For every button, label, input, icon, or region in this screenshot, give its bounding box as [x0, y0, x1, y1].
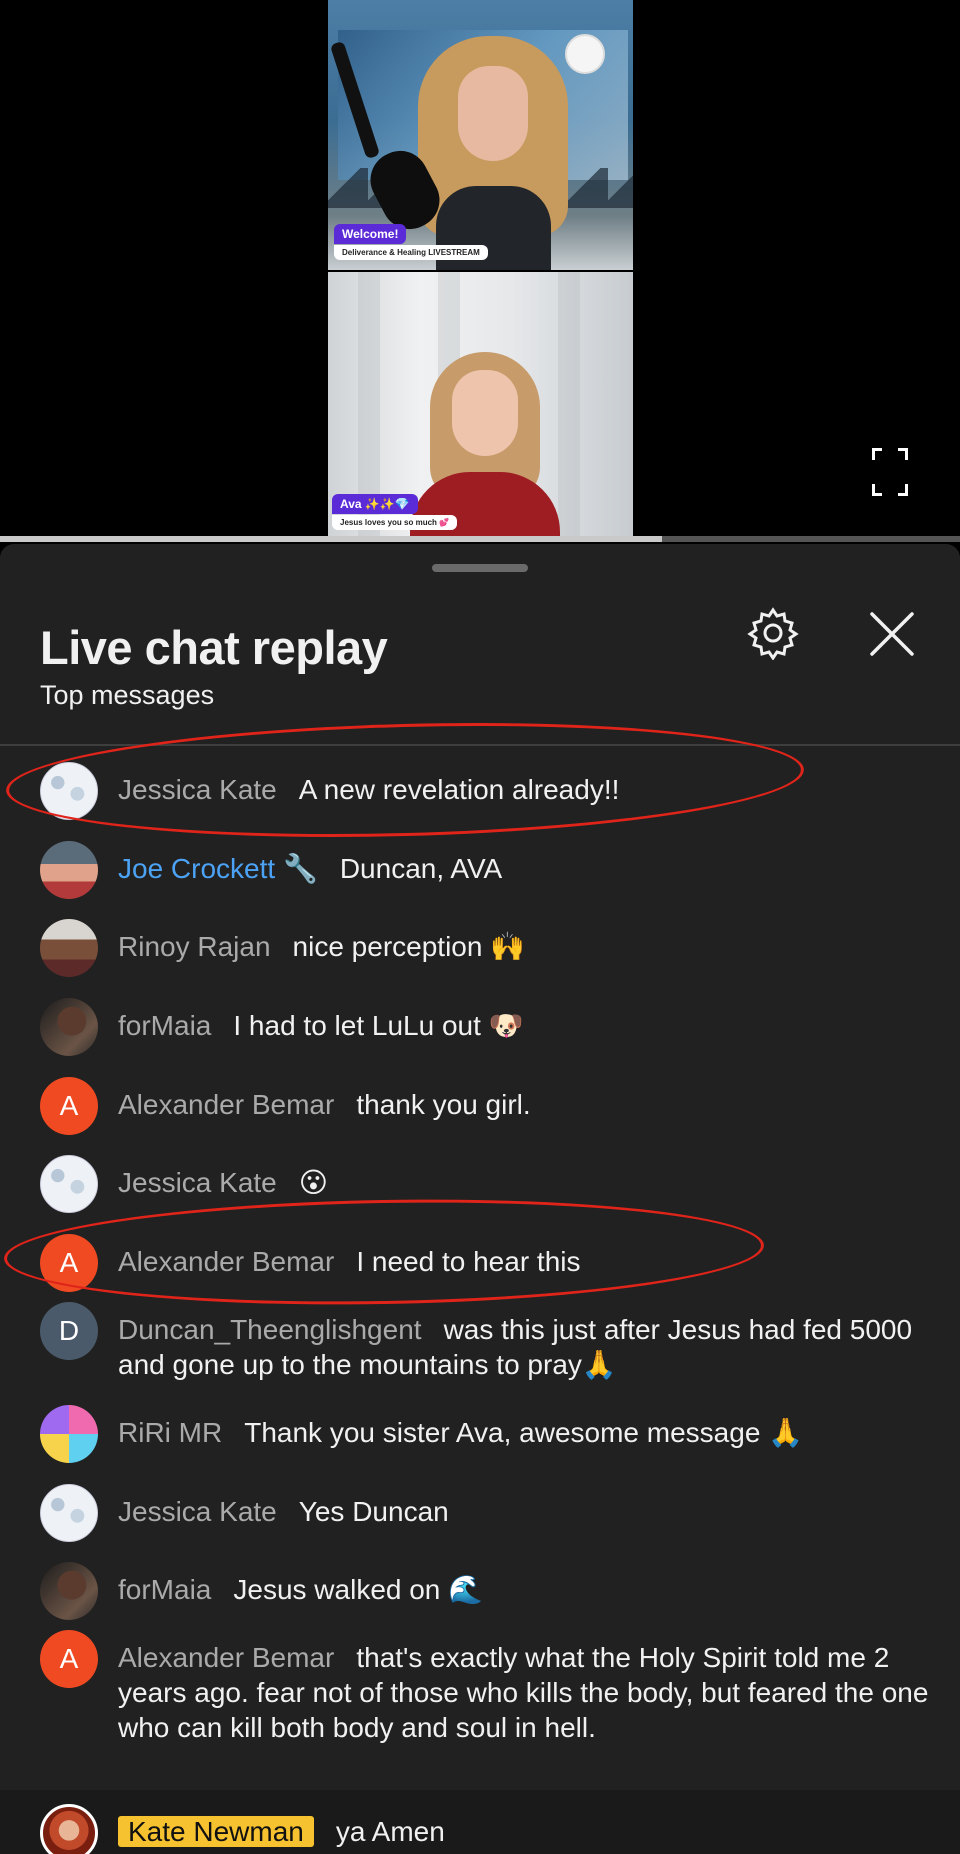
lower-third-tag: Welcome!	[334, 224, 407, 244]
avatar[interactable]	[40, 1155, 98, 1213]
video-feed-host: Welcome! Deliverance & Healing LIVESTREA…	[328, 0, 633, 270]
avatar[interactable]	[40, 841, 98, 899]
message-text: Thank you sister Ava, awesome message 🙏	[244, 1417, 804, 1448]
avatar[interactable]	[40, 762, 98, 820]
guest-caption: Jesus loves you so much 💕	[332, 515, 458, 530]
chat-message: Jessica Kate A new revelation already!!	[0, 762, 960, 820]
message-text: Yes Duncan	[298, 1496, 449, 1527]
chat-message: Jessica Kate Yes Duncan	[0, 1484, 960, 1542]
message-author[interactable]: Jessica Kate	[118, 1496, 277, 1527]
lower-third-top: Welcome! Deliverance & Healing LIVESTREA…	[334, 224, 488, 260]
message-author[interactable]: Jessica Kate	[118, 1167, 277, 1198]
message-author[interactable]: RiRi MR	[118, 1417, 222, 1448]
message-text: I had to let LuLu out 🐶	[233, 1010, 524, 1041]
header-divider	[0, 744, 960, 746]
message-text: A new revelation already!!	[298, 774, 620, 805]
chat-message: Rinoy Rajan nice perception 🙌	[0, 919, 960, 977]
message-text: ya Amen	[335, 1816, 445, 1847]
avatar[interactable]	[40, 1562, 98, 1620]
fullscreen-icon[interactable]	[872, 448, 908, 496]
chat-message: forMaia I had to let LuLu out 🐶	[0, 998, 960, 1056]
chat-message: A Alexander Bemar that's exactly what the…	[0, 1630, 960, 1745]
video-player[interactable]: Welcome! Deliverance & Healing LIVESTREA…	[0, 0, 960, 540]
video-progress-bar[interactable]	[0, 536, 960, 542]
message-text: I need to hear this	[356, 1246, 581, 1277]
message-text: nice perception 🙌	[292, 931, 526, 962]
chat-message-highlighted: Kate Newman ya Amen	[0, 1804, 960, 1854]
message-author[interactable]: Duncan_Theenglishgent	[118, 1314, 422, 1345]
message-author[interactable]: Alexander Bemar	[118, 1642, 334, 1673]
avatar[interactable]: A	[40, 1077, 98, 1135]
message-author[interactable]: Kate Newman	[118, 1816, 314, 1847]
close-icon[interactable]	[866, 606, 918, 660]
avatar[interactable]	[40, 998, 98, 1056]
message-author[interactable]: Alexander Bemar	[118, 1089, 334, 1120]
avatar[interactable]: D	[40, 1302, 98, 1360]
message-author[interactable]: forMaia	[118, 1574, 211, 1605]
chat-message: A Alexander Bemar thank you girl.	[0, 1077, 960, 1135]
message-author[interactable]: Alexander Bemar	[118, 1246, 334, 1277]
chat-title: Live chat replay	[40, 621, 388, 674]
panel-drag-handle[interactable]	[432, 564, 528, 572]
message-author[interactable]: forMaia	[118, 1010, 211, 1041]
lower-third-caption: Deliverance & Healing LIVESTREAM	[334, 245, 488, 260]
avatar[interactable]	[40, 919, 98, 977]
guest-name-tag: Ava ✨✨💎	[332, 494, 418, 514]
video-feed-guest: Ava ✨✨💎 Jesus loves you so much 💕	[328, 272, 633, 538]
message-text: Duncan, AVA	[339, 853, 503, 884]
chat-filter-selector[interactable]: Top messages	[40, 680, 214, 711]
live-chat-panel: Live chat replay Top messages Jessica Ka…	[0, 544, 960, 1854]
avatar[interactable]	[40, 1484, 98, 1542]
message-text: 😮	[298, 1167, 328, 1198]
avatar[interactable]: A	[40, 1630, 98, 1688]
chat-message: A Alexander Bemar I need to hear this	[0, 1234, 960, 1292]
channel-logo-icon	[565, 34, 605, 74]
avatar[interactable]	[40, 1405, 98, 1463]
chat-message: D Duncan_Theenglishgent was this just aft…	[0, 1302, 960, 1382]
message-author[interactable]: Jessica Kate	[118, 774, 277, 805]
lower-third-bottom: Ava ✨✨💎 Jesus loves you so much 💕	[332, 494, 458, 530]
message-text: thank you girl.	[356, 1089, 531, 1120]
message-author[interactable]: Joe Crockett 🔧	[118, 853, 318, 884]
message-author[interactable]: Rinoy Rajan	[118, 931, 271, 962]
video-progress-fill	[0, 536, 663, 542]
chat-message: Jessica Kate 😮	[0, 1155, 960, 1213]
chat-message: Joe Crockett 🔧 Duncan, AVA	[0, 841, 960, 899]
gear-icon[interactable]	[746, 606, 800, 661]
avatar[interactable]: A	[40, 1234, 98, 1292]
chat-message: RiRi MR Thank you sister Ava, awesome mes…	[0, 1405, 960, 1463]
message-text: Jesus walked on 🌊	[233, 1574, 484, 1605]
chat-message: forMaia Jesus walked on 🌊	[0, 1562, 960, 1620]
avatar[interactable]	[40, 1804, 98, 1854]
